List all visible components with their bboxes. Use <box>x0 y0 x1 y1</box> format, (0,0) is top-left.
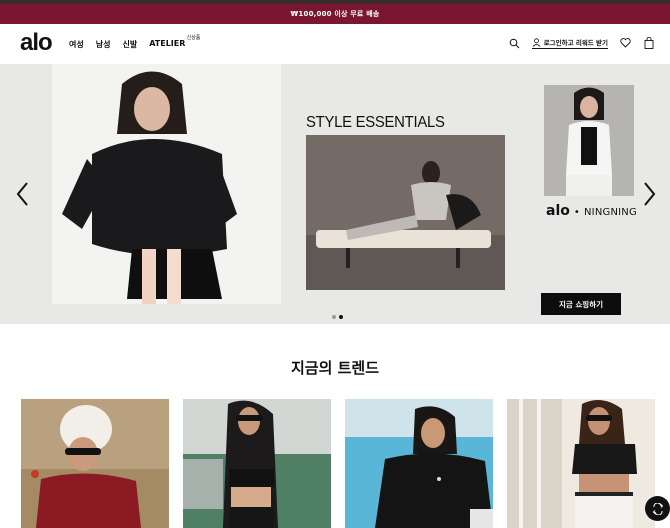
login-label: 로그인하고 리워드 받기 <box>543 39 608 47</box>
bag-icon[interactable] <box>642 36 656 50</box>
collab-separator: • <box>573 207 580 218</box>
hero-image-lounge <box>306 135 505 290</box>
carousel-prev-icon[interactable] <box>14 181 32 207</box>
menu-item-women[interactable]: 여성 <box>69 39 84 50</box>
main-nav: alo 여성 남성 신발 ATELIER 신상품 로그인하고 리워드 받기 <box>0 24 670 64</box>
chat-icon <box>652 502 663 515</box>
collab-brand: alo <box>546 203 570 219</box>
promo-banner[interactable]: ₩100,000 이상 무료 배송 <box>0 4 670 24</box>
trend-card-4[interactable] <box>507 399 655 528</box>
hero-carousel: STYLE ESSENTIALS alo • NINGNING 지금 쇼핑하기 <box>0 64 670 324</box>
category-menu: 여성 남성 신발 ATELIER 신상품 <box>69 35 200 50</box>
carousel-dots <box>332 315 343 319</box>
carousel-dot-active[interactable] <box>339 315 343 319</box>
menu-item-shoes[interactable]: 신발 <box>122 39 137 50</box>
hero-image-ningning <box>544 85 634 196</box>
site-logo[interactable]: alo <box>20 29 53 57</box>
promo-text: ₩100,000 이상 무료 배송 <box>290 10 380 18</box>
menu-item-atelier-label: ATELIER <box>149 39 186 48</box>
carousel-next-icon[interactable] <box>640 181 658 207</box>
hero-image-model-half-zip <box>52 64 281 304</box>
nav-utilities: 로그인하고 리워드 받기 <box>508 36 656 50</box>
login-rewards-link[interactable]: 로그인하고 리워드 받기 <box>531 37 608 49</box>
search-icon[interactable] <box>508 36 522 50</box>
trend-section-title: 지금의 트렌드 <box>290 359 380 377</box>
menu-item-atelier[interactable]: ATELIER 신상품 <box>149 35 200 50</box>
shop-now-button[interactable]: 지금 쇼핑하기 <box>541 293 621 315</box>
new-badge: 신상품 <box>186 35 201 41</box>
trend-card-3[interactable] <box>345 399 493 528</box>
collab-name: NINGNING <box>583 207 637 218</box>
collab-logo: alo • NINGNING <box>546 203 637 219</box>
menu-item-men[interactable]: 남성 <box>96 39 111 50</box>
hero-title: STYLE ESSENTIALS <box>306 114 445 131</box>
trend-card-1[interactable] <box>21 399 169 528</box>
heart-icon[interactable] <box>618 36 632 50</box>
chat-button[interactable] <box>645 496 670 521</box>
carousel-dot[interactable] <box>332 315 336 319</box>
user-icon <box>532 37 541 47</box>
trend-card-2[interactable] <box>183 399 331 528</box>
